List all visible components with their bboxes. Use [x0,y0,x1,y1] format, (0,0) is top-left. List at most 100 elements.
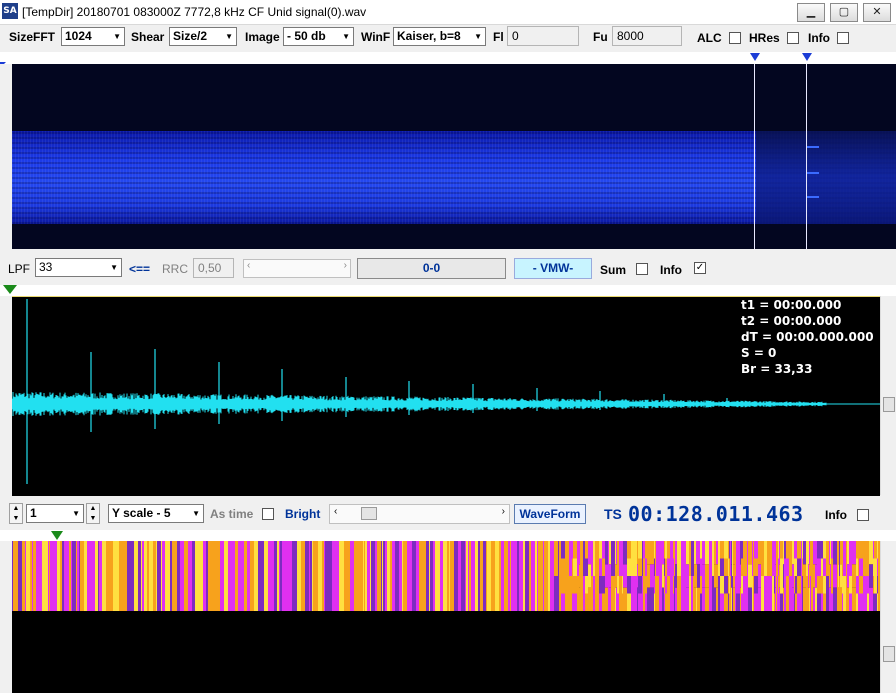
bit-stripe [736,593,740,611]
hres-checkbox[interactable] [787,32,799,44]
bit-stripe [468,541,469,611]
bit-stripe [152,541,153,611]
bit-stripe [344,541,348,611]
phase-gutter [0,541,12,693]
bit-stripe [523,541,525,611]
bit-stripe [681,541,683,576]
bright-slider-thumb[interactable] [361,507,377,520]
bit-stripe [483,541,486,611]
bit-stripe [847,541,849,565]
sizefft-select[interactable]: 1024 ▼ [61,27,125,46]
bit-stripe [869,587,873,611]
bit-stripe [846,541,847,576]
bit-stripe [655,576,656,611]
channel-select[interactable]: 1 ▼ [26,504,84,523]
bit-stripe [615,587,616,611]
bit-stripe [656,541,659,576]
bit-stripe [615,564,616,588]
astime-checkbox[interactable] [262,508,274,520]
shear-select[interactable]: Size/2 ▼ [169,27,237,46]
spin-left-icon[interactable]: ▲ ▼ [9,503,23,524]
bit-stripe [599,558,602,576]
bit-stripe [664,576,665,594]
info-bottom-checkbox[interactable] [857,509,869,521]
waveform-marker-icon[interactable] [3,285,17,294]
sum-checkbox[interactable] [636,263,648,275]
bit-stripe [184,541,186,611]
bit-stripe [823,576,826,594]
fu-field[interactable]: 8000 [612,26,682,46]
bit-stripe [852,541,856,565]
info-top-checkbox[interactable] [837,32,849,44]
bit-stripe [305,541,309,611]
bit-stripe [677,576,681,611]
fl-field[interactable]: 0 [507,26,579,46]
arrow-left-icon[interactable]: ‹ [334,506,337,517]
rrc-field[interactable]: 0,50 [193,258,234,278]
bit-stripe [268,541,270,611]
bit-stripe [583,541,585,576]
arrow-right-icon[interactable]: › [344,260,347,271]
bit-stripe [780,576,783,594]
bit-stripe [423,541,426,611]
bit-stripe [385,541,387,611]
bit-stripe [709,576,712,611]
bit-stripe [569,593,572,611]
bit-stripe [301,541,305,611]
alc-checkbox[interactable] [729,32,741,44]
bit-stripe [250,541,254,611]
waveform-scroll-thumb[interactable] [883,397,895,412]
minimize-button[interactable]: ▁ [797,3,825,22]
apply-arrow-button[interactable]: <== [129,262,150,276]
spin-right-icon[interactable]: ▲ ▼ [86,503,100,524]
phase-marker-icon[interactable] [51,531,63,540]
bit-stripe [647,564,650,588]
bit-stripe [809,541,810,565]
bit-stripe [33,541,36,611]
lpf-select[interactable]: 33 ▼ [35,258,122,277]
bit-stripe [499,541,501,611]
vmw-button[interactable]: - VMW- [514,258,592,279]
bit-stripe [262,541,264,611]
close-button[interactable]: ✕ [863,3,891,22]
cursor-line-1[interactable] [754,64,755,249]
yscale-select[interactable]: Y scale - 5 ▼ [108,504,204,523]
bit-stripe [577,558,579,576]
winf-select[interactable]: Kaiser, b=8 ▼ [393,27,486,46]
bit-stripe [792,587,794,611]
bit-stripe [573,576,577,594]
phase-view[interactable] [12,541,880,693]
phase-scroll-thumb[interactable] [883,646,895,662]
rrc-slider[interactable]: ‹ › [243,259,351,278]
bit-stripe [583,576,585,611]
bit-stripe [664,541,665,559]
waveform-scrollbar[interactable] [880,296,896,495]
bit-stripe [645,558,647,576]
bit-stripe [826,576,829,611]
arrow-right-icon[interactable]: › [502,506,505,517]
info-mid-checkbox[interactable]: ✓ [694,262,706,274]
bit-stripe [730,541,731,576]
waveform-button[interactable]: WaveForm [514,504,586,524]
cursor-line-2[interactable] [806,64,807,249]
cursor-marker-2-icon[interactable] [802,53,812,61]
spectrogram[interactable] [12,64,896,249]
bit-stripe [622,576,623,594]
bit-stripe [619,541,622,576]
chevron-down-icon: ▼ [474,32,482,41]
arrow-left-icon[interactable]: ‹ [247,260,250,271]
bit-stripe [780,558,783,576]
bit-stripe [838,587,839,611]
waveform-view[interactable]: t1 = 00:00.000 t2 = 00:00.000 dT = 00:00… [12,296,880,496]
image-select[interactable]: - 50 db ▼ [283,27,354,46]
bright-slider[interactable]: ‹ › [329,504,510,524]
phase-scrollbar[interactable] [880,541,896,693]
bit-stripe [714,564,716,588]
cursor-marker-1-icon[interactable] [750,53,760,61]
bit-stripe [686,564,689,588]
t2-readout: t2 = 00:00.000 [741,314,842,328]
bit-stripe [615,541,616,565]
maximize-button[interactable]: ▢ [830,3,858,22]
bit-stripe [279,541,280,611]
bit-stripe [643,576,645,594]
